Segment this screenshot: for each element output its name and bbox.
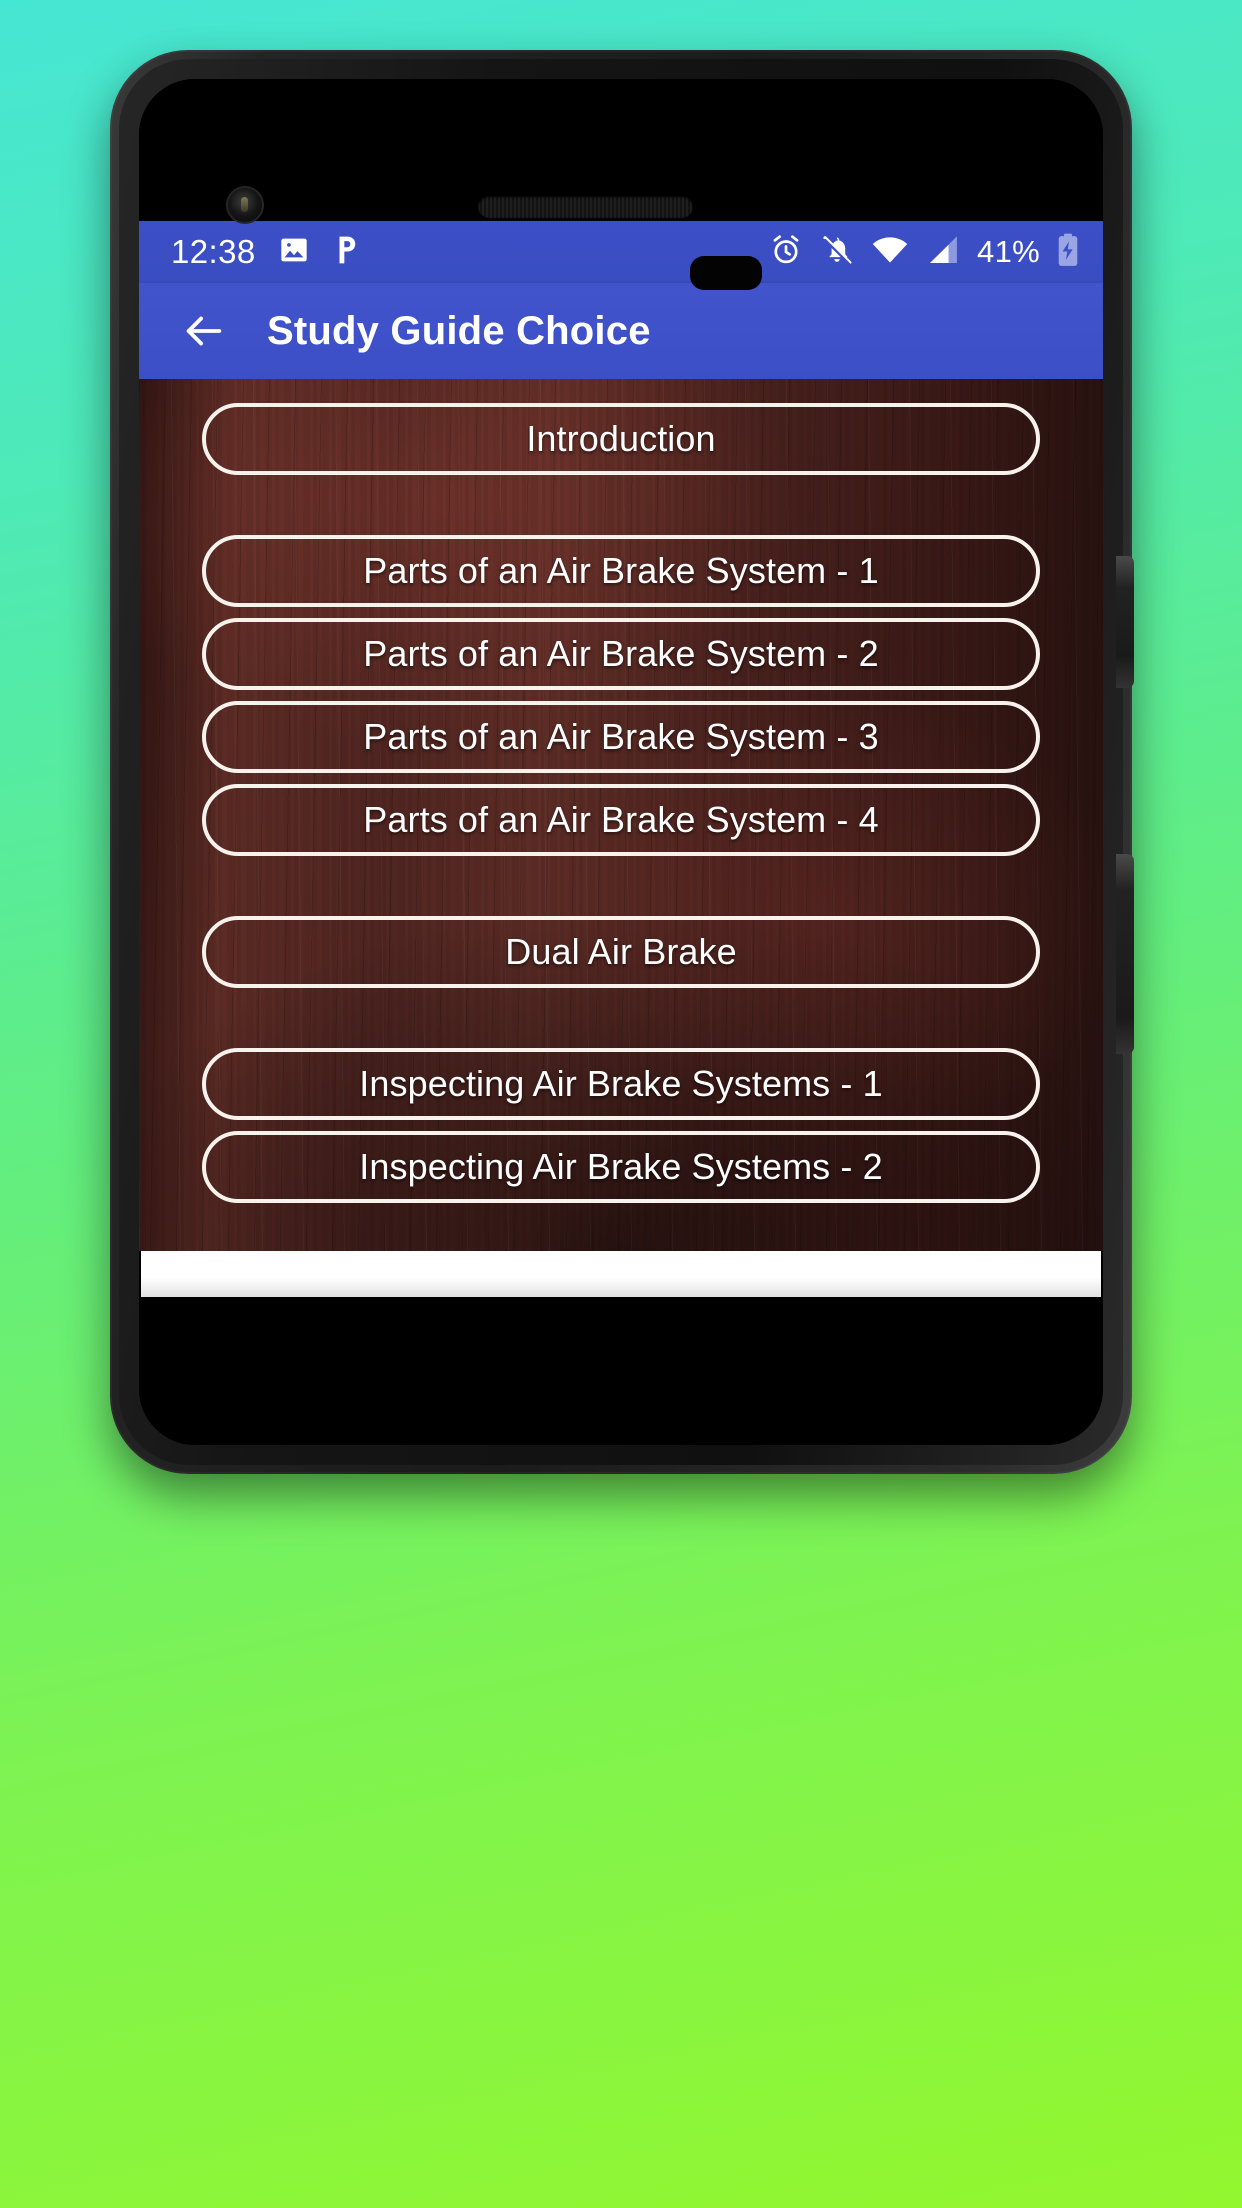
- study-guide-button-introduction[interactable]: Introduction: [202, 403, 1040, 475]
- status-bar-right: 41%: [769, 233, 1079, 272]
- wifi-icon: [871, 234, 909, 271]
- earpiece-speaker-icon: [478, 196, 693, 218]
- battery-percent-label: 41%: [977, 234, 1040, 269]
- study-guide-group: Introduction: [139, 403, 1103, 475]
- front-camera-icon: [228, 188, 262, 222]
- study-guide-group: Parts of an Air Brake System - 1 Parts o…: [139, 535, 1103, 856]
- battery-charging-icon: [1057, 233, 1079, 272]
- arrow-left-icon: [186, 316, 222, 346]
- volume-button[interactable]: [1116, 854, 1134, 1054]
- study-guide-button-list: Introduction Parts of an Air Brake Syste…: [139, 403, 1103, 1251]
- navigation-bar-area: [139, 1297, 1103, 1445]
- study-guide-button-label: Parts of an Air Brake System - 4: [363, 799, 879, 840]
- photo-icon: [278, 234, 310, 271]
- proximity-sensor-icon: [690, 256, 762, 290]
- ad-banner[interactable]: [141, 1251, 1101, 1297]
- bell-muted-icon: [820, 233, 854, 272]
- study-guide-button-label: Dual Air Brake: [505, 931, 737, 972]
- phone-device-frame: 12:38 41% Study Guide Choice Introductio…: [110, 50, 1132, 1474]
- study-guide-button-label: Inspecting Air Brake Systems - 1: [359, 1063, 883, 1104]
- phone-inner-frame: 12:38 41% Study Guide Choice Introductio…: [119, 59, 1123, 1465]
- study-guide-group: Dual Air Brake: [139, 916, 1103, 988]
- phone-screen-face: 12:38 41% Study Guide Choice Introductio…: [139, 79, 1103, 1445]
- pushbullet-p-icon: [332, 234, 362, 271]
- power-button[interactable]: [1116, 556, 1134, 688]
- study-guide-button-label: Parts of an Air Brake System - 2: [363, 633, 879, 674]
- study-guide-button-label: Inspecting Air Brake Systems - 2: [359, 1146, 883, 1187]
- status-bar-left: 12:38: [171, 233, 362, 271]
- page-title: Study Guide Choice: [267, 308, 651, 353]
- study-guide-content: Introduction Parts of an Air Brake Syste…: [139, 379, 1103, 1251]
- study-guide-button-label: Parts of an Air Brake System - 3: [363, 716, 879, 757]
- study-guide-button-parts-3[interactable]: Parts of an Air Brake System - 3: [202, 701, 1040, 773]
- cell-signal-icon: [926, 234, 960, 271]
- study-guide-button-parts-2[interactable]: Parts of an Air Brake System - 2: [202, 618, 1040, 690]
- app-bar: Study Guide Choice: [139, 283, 1103, 379]
- back-button[interactable]: [173, 300, 235, 362]
- study-guide-button-inspecting-2[interactable]: Inspecting Air Brake Systems - 2: [202, 1131, 1040, 1203]
- study-guide-group: Inspecting Air Brake Systems - 1 Inspect…: [139, 1048, 1103, 1203]
- study-guide-button-parts-4[interactable]: Parts of an Air Brake System - 4: [202, 784, 1040, 856]
- study-guide-button-dual-air-brake[interactable]: Dual Air Brake: [202, 916, 1040, 988]
- alarm-clock-icon: [769, 233, 803, 272]
- study-guide-button-label: Introduction: [526, 418, 716, 459]
- status-bar: 12:38 41%: [139, 221, 1103, 283]
- status-clock: 12:38: [171, 233, 256, 270]
- study-guide-button-parts-1[interactable]: Parts of an Air Brake System - 1: [202, 535, 1040, 607]
- study-guide-button-label: Parts of an Air Brake System - 1: [363, 550, 879, 591]
- study-guide-button-inspecting-1[interactable]: Inspecting Air Brake Systems - 1: [202, 1048, 1040, 1120]
- phone-screen: 12:38 41% Study Guide Choice Introductio…: [139, 79, 1103, 1445]
